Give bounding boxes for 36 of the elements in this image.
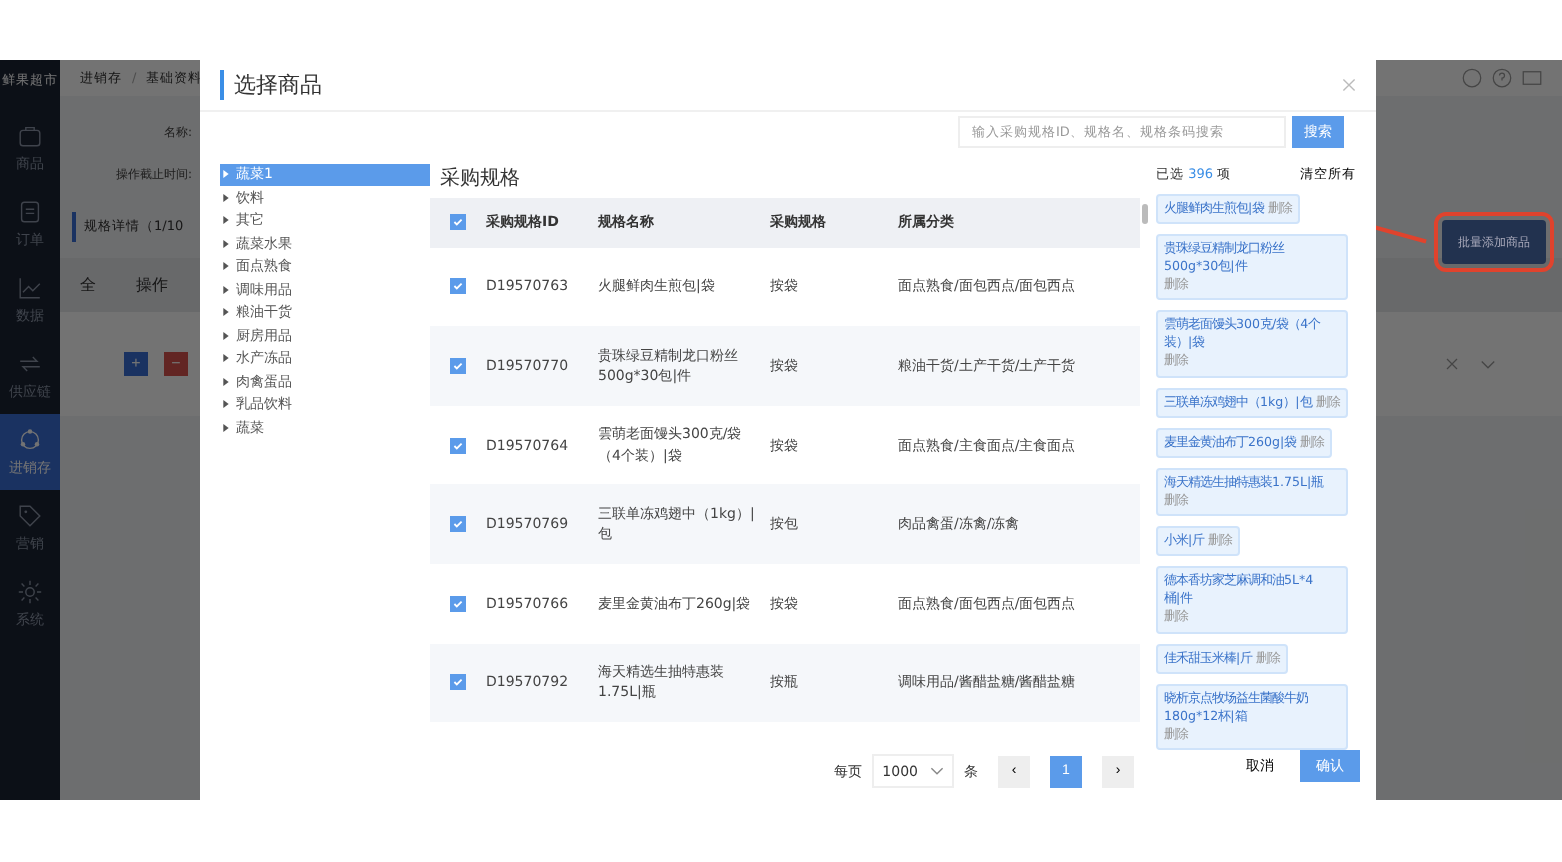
row-checkbox[interactable] (450, 437, 466, 454)
close-icon[interactable] (1442, 354, 1462, 374)
row-checkbox[interactable] (450, 595, 466, 612)
select-all-checkbox[interactable] (450, 214, 466, 231)
scrollbar[interactable] (1142, 203, 1148, 224)
row-checkbox[interactable] (450, 358, 466, 375)
chart-icon (16, 274, 44, 302)
add-row-button[interactable]: + (124, 352, 148, 376)
expand-icon[interactable] (222, 193, 230, 202)
settings-icon (16, 578, 44, 606)
column-header: 操作 (136, 274, 168, 296)
row-checkbox[interactable] (450, 278, 466, 295)
remove-row-button[interactable]: − (164, 352, 188, 376)
expand-icon[interactable] (222, 423, 230, 432)
expand-icon[interactable] (222, 239, 230, 248)
expand-icon[interactable] (222, 354, 230, 363)
chevron-down-icon (930, 766, 944, 777)
doc-icon (16, 198, 44, 226)
expand-icon[interactable] (222, 377, 230, 386)
expand-icon[interactable] (222, 262, 230, 271)
expand-icon[interactable] (222, 285, 230, 294)
cycle-icon (16, 426, 44, 454)
screen-icon[interactable] (1522, 68, 1542, 88)
dialog-title: 选择商品 (220, 69, 1342, 100)
tag-icon (16, 502, 44, 530)
bag-icon (16, 122, 44, 150)
close-icon[interactable] (1342, 77, 1356, 92)
expand-icon[interactable] (222, 400, 230, 409)
expand-icon[interactable] (222, 331, 230, 340)
row-checkbox[interactable] (450, 516, 466, 533)
column-header: 全 (80, 274, 96, 296)
expand-icon[interactable] (222, 308, 230, 317)
row-checkbox[interactable] (450, 674, 466, 691)
help-icon[interactable] (1492, 68, 1512, 88)
table-title: 采购规格 (438, 165, 522, 194)
expand-icon[interactable] (222, 216, 230, 225)
